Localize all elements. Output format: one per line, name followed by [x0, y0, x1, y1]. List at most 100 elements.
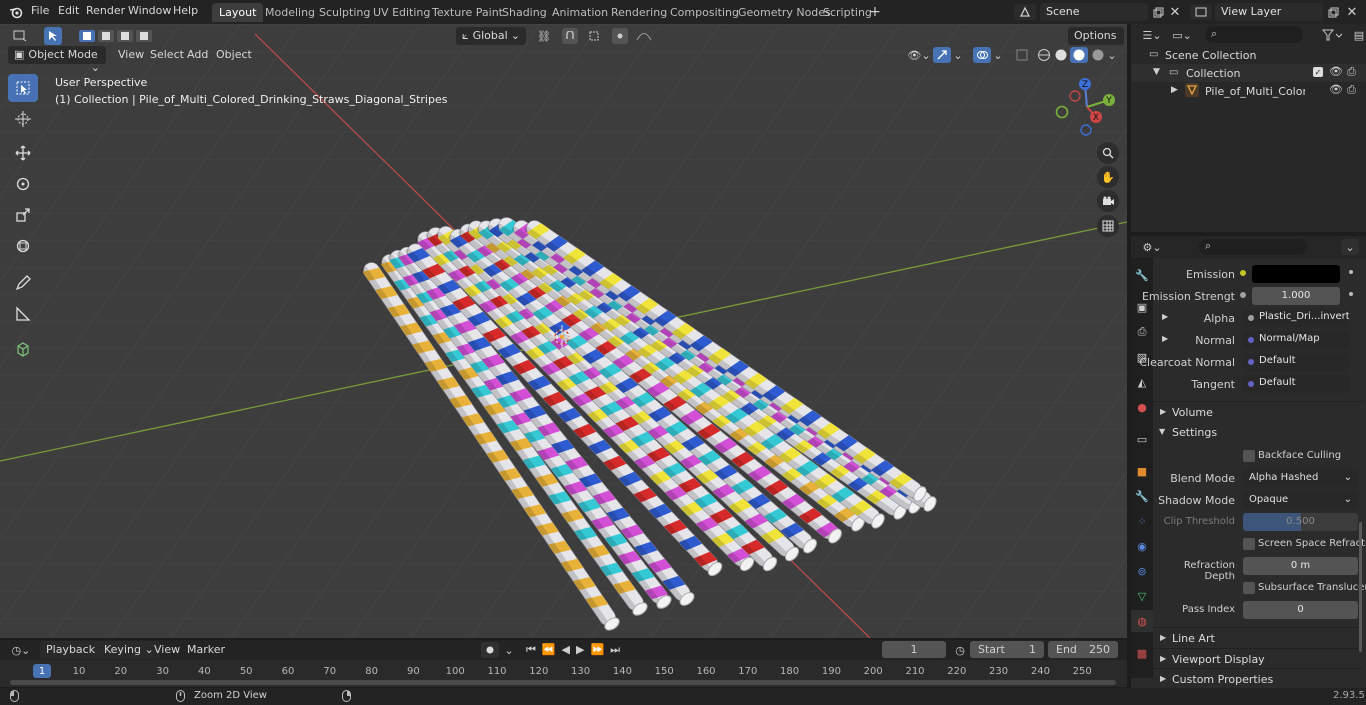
shadow-mode-dropdown[interactable]: Opaque ⌄	[1243, 491, 1358, 509]
tab-particles[interactable]: ⁘	[1131, 510, 1153, 532]
measure-tool[interactable]	[8, 300, 38, 328]
volume-section[interactable]: ▶ Volume	[1153, 401, 1363, 421]
camera-icon[interactable]	[1097, 190, 1119, 212]
proportional-edit-icon[interactable]	[612, 28, 628, 44]
sss-toggle[interactable]: Subsurface Translucency	[1243, 582, 1366, 596]
camera-render-icon[interactable]: ⎙	[1347, 65, 1356, 79]
tab-tool[interactable]: 🔧	[1131, 264, 1153, 286]
snap-target-icon[interactable]	[582, 28, 606, 44]
settings-section[interactable]: ▼ Settings	[1153, 422, 1363, 442]
tab-world[interactable]: ●	[1131, 396, 1153, 418]
options-dropdown[interactable]: Options ⌄	[1068, 27, 1124, 55]
move-tool[interactable]	[8, 139, 38, 167]
chevron-down-icon[interactable]: ⌄	[952, 47, 964, 63]
checkbox-checked-icon[interactable]: ✓	[1313, 67, 1323, 77]
record-icon[interactable]	[481, 642, 499, 658]
properties-editor-icon[interactable]: ⚙⌄	[1139, 239, 1165, 255]
start-frame-field[interactable]: Start 1	[970, 641, 1044, 658]
filter-icon[interactable]	[1317, 27, 1347, 43]
view-layer-icon[interactable]	[1190, 4, 1212, 20]
custom-properties-section[interactable]: ▶ Custom Properties	[1153, 668, 1363, 688]
mode-dropdown[interactable]: ▣ Object Mode ⌄	[8, 46, 106, 74]
timeline-editor-icon[interactable]: ◷⌄	[8, 643, 34, 658]
visibility-icon[interactable]: 👁⌄	[903, 47, 935, 63]
viewport-display-section[interactable]: ▶ Viewport Display	[1153, 648, 1363, 668]
add-cube-tool[interactable]	[8, 335, 38, 363]
gizmo-icon[interactable]	[933, 47, 951, 63]
view-layer-field[interactable]: View Layer	[1215, 3, 1323, 21]
menu-edit[interactable]: Edit	[58, 4, 79, 17]
falloff-icon[interactable]	[632, 28, 656, 44]
new-collection-icon[interactable]: ▤	[1353, 27, 1365, 43]
clearcoat-normal-input[interactable]: Default	[1243, 353, 1349, 371]
copy-view-layer-icon[interactable]	[1325, 4, 1341, 20]
expand-arrow-icon[interactable]: ▶	[1171, 85, 1178, 95]
pass-index-field[interactable]: 0	[1243, 601, 1358, 619]
tab-object[interactable]: ■	[1131, 460, 1153, 482]
outliner-editor-icon[interactable]: ☰⌄	[1139, 27, 1165, 43]
3d-viewport[interactable]	[0, 24, 1127, 638]
shading-modes-icon[interactable]	[1036, 47, 1106, 63]
ssr-checkbox[interactable]	[1243, 538, 1255, 550]
outliner-row-object[interactable]: ▶ Pile_of_Multi_Colored_Dri 👁 ⎙	[1131, 82, 1366, 100]
editor-type-icon[interactable]	[8, 28, 32, 44]
current-frame-field[interactable]: 1	[882, 641, 946, 658]
tab-layout[interactable]: Layout	[212, 3, 264, 22]
tangent-input[interactable]: Default	[1243, 375, 1349, 393]
sss-checkbox[interactable]	[1243, 582, 1255, 594]
normal-input[interactable]: Normal/Map	[1243, 331, 1349, 349]
outliner-row-scene-collection[interactable]: ▭ Scene Collection	[1131, 46, 1366, 64]
tab-scene[interactable]: ◭	[1131, 371, 1153, 393]
timeline-scrollbar[interactable]	[10, 680, 1116, 685]
select-box-tool[interactable]	[8, 74, 38, 102]
emission-strength-field[interactable]: 1.000	[1252, 287, 1340, 305]
expand-arrow-icon[interactable]: ▶	[1162, 334, 1168, 343]
rotate-tool[interactable]	[8, 170, 38, 198]
selection-modes-icon[interactable]	[78, 28, 154, 44]
menu-marker[interactable]: Marker	[181, 641, 231, 659]
select-tool-icon[interactable]	[44, 27, 62, 45]
scene-selector-icon[interactable]	[1014, 4, 1036, 20]
annotate-tool[interactable]	[8, 269, 38, 297]
expand-arrow-icon[interactable]: ▼	[1153, 67, 1160, 77]
cursor-tool[interactable]	[8, 105, 38, 133]
snap-icon[interactable]	[562, 28, 578, 44]
blend-mode-dropdown[interactable]: Alpha Hashed ⌄	[1243, 469, 1358, 487]
tab-physics[interactable]: ◉	[1131, 535, 1153, 557]
tab-texture[interactable]: ▩	[1131, 642, 1153, 664]
transform-tool[interactable]	[8, 232, 38, 260]
pan-hand-icon[interactable]: ✋	[1097, 166, 1119, 188]
chevron-down-icon[interactable]: ⌄	[1341, 239, 1359, 255]
menu-render[interactable]: Render	[86, 4, 125, 17]
pivot-point-icon[interactable]: ⛓	[532, 28, 556, 44]
overlays-icon[interactable]	[973, 47, 991, 63]
line-art-section[interactable]: ▶ Line Art	[1153, 627, 1363, 647]
chevron-down-icon[interactable]: ⌄	[502, 642, 516, 658]
tab-collection[interactable]: ▭	[1131, 428, 1153, 450]
clip-threshold-slider[interactable]: 0.500	[1243, 513, 1358, 531]
alpha-input[interactable]: Plastic_Dri...invert.png	[1243, 309, 1349, 327]
menu-file[interactable]: File	[31, 4, 49, 17]
scene-name-field[interactable]: Scene	[1040, 3, 1148, 21]
eye-icon[interactable]: 👁	[1329, 65, 1343, 78]
tab-data[interactable]: ▽	[1131, 585, 1153, 607]
camera-render-icon[interactable]: ⎙	[1347, 83, 1356, 97]
ssr-toggle[interactable]: Screen Space Refraction	[1243, 538, 1366, 552]
playback-controls-icon[interactable]: ⏮⏪◀▶⏩⏭	[522, 642, 630, 658]
xray-icon[interactable]	[1014, 47, 1030, 63]
tab-output[interactable]: ⎙	[1131, 321, 1153, 343]
menu-window[interactable]: Window	[128, 4, 171, 17]
properties-search-input[interactable]: ⌕	[1199, 239, 1307, 255]
properties-scrollbar[interactable]	[1359, 522, 1362, 652]
tab-material[interactable]: ◍	[1131, 610, 1153, 632]
display-mode-icon[interactable]: ▭⌄	[1169, 27, 1195, 43]
refraction-depth-field[interactable]: 0 m	[1243, 557, 1358, 575]
keyframe-dot-icon[interactable]	[1349, 270, 1353, 274]
scale-tool[interactable]	[8, 201, 38, 229]
tab-constraints[interactable]: ⊚	[1131, 560, 1153, 582]
chevron-down-icon[interactable]: ⌄	[992, 47, 1004, 63]
close-scene-icon[interactable]: ✕	[1168, 4, 1182, 20]
copy-scene-icon[interactable]	[1150, 4, 1166, 20]
backface-culling-checkbox[interactable]	[1243, 450, 1255, 462]
blender-logo-icon[interactable]	[8, 4, 24, 20]
